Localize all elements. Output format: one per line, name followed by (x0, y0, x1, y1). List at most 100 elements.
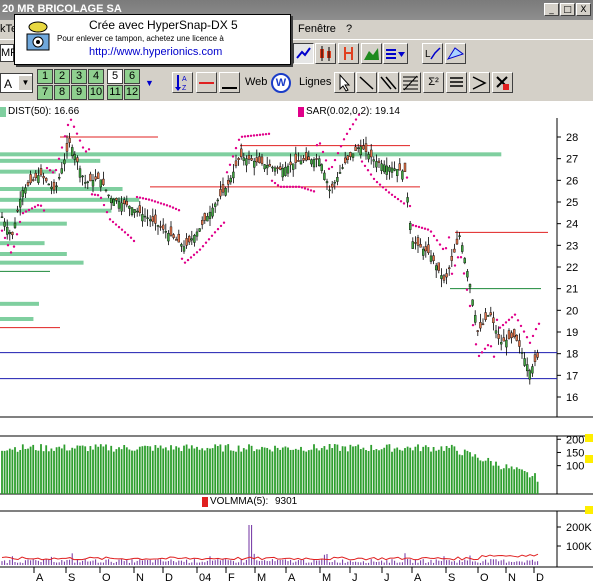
volume-bar (287, 447, 289, 494)
sar-dot (66, 123, 70, 127)
menu-item-fenetre[interactable]: Fenêtre (298, 23, 336, 35)
period-button-5[interactable]: 5 (107, 69, 123, 84)
compare-button[interactable] (445, 43, 466, 64)
dist-indicator-label: DIST(50): 16.66 (8, 106, 80, 117)
candle-body (388, 166, 391, 172)
stamp-link[interactable]: http://www.hyperionics.com (89, 46, 222, 58)
candle-body (341, 167, 344, 169)
candle-body (515, 335, 518, 341)
candle-chart-button[interactable] (315, 43, 336, 64)
volume-bar (279, 449, 282, 494)
volume-bar (281, 447, 284, 494)
sar-dot (222, 221, 226, 224)
candle-body (130, 207, 134, 216)
period-button-11[interactable]: 11 (107, 85, 123, 100)
font-select[interactable]: A ▼ (0, 73, 33, 93)
volume-bar (81, 445, 84, 494)
sar-dot (288, 185, 292, 189)
volume-bar (456, 450, 458, 494)
sar-dot (339, 145, 343, 148)
menu-item-help[interactable]: ? (346, 23, 352, 35)
channel-button[interactable] (378, 72, 399, 93)
sar-dot (60, 146, 64, 149)
period-button-7[interactable]: 7 (37, 85, 53, 100)
period-button-1[interactable]: 1 (37, 69, 53, 84)
sar-dot (252, 134, 256, 137)
period-button-6[interactable]: 6 (124, 69, 140, 84)
minimize-button[interactable]: _ (544, 3, 559, 16)
distribution-bar (0, 221, 67, 226)
sar-dot (342, 138, 346, 141)
candle-body (315, 158, 318, 160)
sigma-button[interactable]: Σ² (423, 72, 444, 93)
sar-dot (243, 135, 247, 138)
candle-body (396, 169, 399, 176)
volume-bar (180, 451, 183, 494)
sar-dot (465, 288, 469, 291)
y-tick-label: 26 (566, 175, 578, 187)
volume-bar (45, 445, 48, 494)
underline-button[interactable] (219, 72, 240, 93)
period-button-10[interactable]: 10 (88, 85, 104, 100)
candle-body (0, 216, 4, 219)
volume-bar (404, 448, 406, 494)
candle-body (11, 231, 14, 236)
volume-bar (242, 448, 245, 494)
volume-bar (352, 446, 354, 494)
candle-body (492, 317, 495, 324)
volume-bar (3, 450, 6, 494)
parallel-lines-button[interactable] (446, 72, 467, 93)
maximize-button[interactable]: □ (560, 3, 575, 16)
sar-dot (21, 211, 25, 215)
line-chart-button[interactable] (293, 43, 314, 64)
candle-body (24, 187, 27, 194)
fibonacci-button[interactable] (400, 72, 421, 93)
toolbar-bottom: A ▼ 1 2 3 4 5 6 7 8 9 10 11 12 ▼ AZ Web … (0, 67, 593, 101)
volume-bar (315, 448, 318, 494)
horizontal-line-button[interactable] (196, 72, 217, 93)
web-globe-icon[interactable]: W (271, 73, 291, 93)
period-dropdown[interactable]: ▼ (142, 75, 157, 91)
volume-bar (120, 449, 123, 494)
symbol-field[interactable]: MR (0, 44, 18, 62)
chart-panel[interactable]: 28 27 26 25 24 23 22 21 20 19 18 17 16 200 150 100 200… (0, 101, 593, 584)
trendline-button[interactable] (356, 72, 377, 93)
candle-body (237, 158, 240, 160)
period-button-8[interactable]: 8 (54, 85, 70, 100)
sar-dot (510, 316, 514, 319)
bar-chart-button[interactable] (338, 43, 359, 64)
volume-bar (136, 449, 139, 494)
period-button-4[interactable]: 4 (88, 69, 104, 84)
volume-bar (125, 447, 128, 494)
volume-bar (219, 444, 222, 494)
volma-legend-swatch (202, 497, 208, 507)
sort-button[interactable]: AZ (172, 72, 193, 93)
volume-bar (73, 448, 76, 494)
candle-body (320, 164, 323, 171)
volume-bar (367, 451, 370, 494)
candle-body (89, 173, 92, 182)
sar-dot (432, 234, 436, 238)
period-button-9[interactable]: 9 (71, 85, 87, 100)
mountain-chart-button[interactable] (361, 43, 382, 64)
volume-bar (482, 461, 484, 494)
close-button[interactable]: X (576, 3, 591, 16)
arrow-button[interactable] (469, 72, 490, 93)
sar-dot (480, 351, 484, 354)
volume-bar (484, 460, 487, 494)
axis-marker (585, 506, 593, 514)
period-button-12[interactable]: 12 (124, 85, 140, 100)
distribution-bar (0, 169, 56, 174)
log-scale-button[interactable]: L (422, 43, 443, 64)
volume-bar (370, 444, 373, 494)
volume-bar (302, 450, 305, 494)
erase-button[interactable] (492, 72, 513, 93)
volume-bar (214, 444, 217, 494)
period-button-3[interactable]: 3 (71, 69, 87, 84)
chart-canvas[interactable]: 28 27 26 25 24 23 22 21 20 19 18 17 16 200150 100 200… (0, 101, 593, 584)
volume-bar (123, 444, 126, 494)
sar-dot (183, 261, 187, 264)
cursor-tool-button[interactable] (334, 72, 355, 93)
period-button-2[interactable]: 2 (54, 69, 70, 84)
volume-dropdown-button[interactable] (383, 43, 408, 64)
